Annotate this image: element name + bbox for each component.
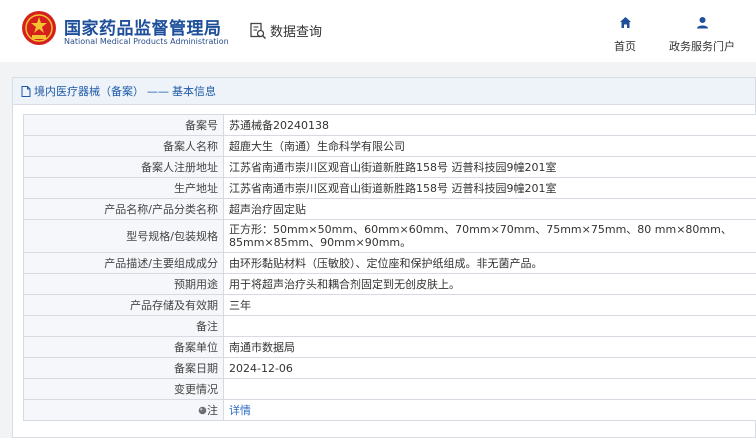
field-value: 超鹿大生（南通）生命科学有限公司 <box>223 135 756 157</box>
nav-gov-service-portal[interactable]: 政务服务门户 <box>664 14 740 54</box>
site-header: 国家药品监督管理局 National Medical Products Admi… <box>0 0 756 62</box>
table-row: 备案单位 南通市数据局 <box>23 336 756 358</box>
table-row: 备案日期 2024-12-06 <box>23 357 756 379</box>
national-emblem-icon <box>22 11 56 45</box>
data-query-label: 数据查询 <box>270 25 323 40</box>
note-label: 注 <box>207 403 218 417</box>
field-value: 正方形：50mm×50mm、60mm×60mm、70mm×70mm、75mm×7… <box>223 219 756 253</box>
table-row: 备案人名称 超鹿大生（南通）生命科学有限公司 <box>23 135 756 157</box>
table-row: 备案人注册地址 江苏省南通市崇川区观音山街道新胜路158号 迈普科技园9幢201室 <box>23 156 756 178</box>
nav-gov-label: 政务服务门户 <box>669 40 735 53</box>
note-label-cell: 注 <box>23 399 224 421</box>
table-row: 预期用途 用于将超声治疗头和耦合剂固定到无创皮肤上。 <box>23 273 756 295</box>
home-icon <box>619 17 631 28</box>
field-label: 备案单位 <box>23 336 224 358</box>
field-label: 备案人名称 <box>23 135 224 157</box>
field-value: 三年 <box>223 294 756 316</box>
table-row: 生产地址 江苏省南通市崇川区观音山街道新胜路158号 迈普科技园9幢201室 <box>23 177 756 199</box>
field-label: 产品名称/产品分类名称 <box>23 198 224 220</box>
field-value: 2024-12-06 <box>223 357 756 379</box>
breadcrumb-section[interactable]: 境内医疗器械（备案） <box>34 83 144 99</box>
data-query-link[interactable]: 数据查询 <box>249 21 322 40</box>
table-row: 型号规格/包装规格 正方形：50mm×50mm、60mm×60mm、70mm×70… <box>23 219 756 253</box>
nav-home-label: 首页 <box>614 40 636 53</box>
nav-home[interactable]: 首页 <box>610 14 640 54</box>
detail-panel: 境内医疗器械（备案） —— 基本信息 备案号 苏通械备20240138 备案人名称… <box>12 77 756 438</box>
table-row: 变更情况 <box>23 378 756 400</box>
field-value: 南通市数据局 <box>223 336 756 358</box>
table-row: 产品存储及有效期 三年 <box>23 294 756 316</box>
field-value: 江苏省南通市崇川区观音山街道新胜路158号 迈普科技园9幢201室 <box>223 156 756 178</box>
field-label: 备案日期 <box>23 357 224 379</box>
table-row: 产品描述/主要组成成分 由环形黏贴材料（压敏胶）、定位座和保护纸组成。非无菌产品。 <box>23 252 756 274</box>
field-label: 备案人注册地址 <box>23 156 224 178</box>
note-dot-icon <box>198 406 207 414</box>
field-value: 江苏省南通市崇川区观音山街道新胜路158号 迈普科技园9幢201室 <box>223 177 756 199</box>
field-value: 由环形黏贴材料（压敏胶）、定位座和保护纸组成。非无菌产品。 <box>223 252 756 274</box>
details-link[interactable]: 详情 <box>229 404 251 417</box>
agency-name-en: National Medical Products Administration <box>64 37 229 46</box>
field-value: 超声治疗固定贴 <box>223 198 756 220</box>
field-label: 型号规格/包装规格 <box>23 219 224 253</box>
field-value <box>223 315 756 337</box>
agency-name-cn: 国家药品监督管理局 <box>64 19 222 39</box>
table-row: 备注 <box>23 315 756 337</box>
document-icon <box>21 85 31 97</box>
table-row: 备案号 苏通械备20240138 <box>23 114 756 136</box>
table-row: 注 详情 <box>23 399 756 421</box>
field-label: 产品存储及有效期 <box>23 294 224 316</box>
search-document-icon <box>250 22 267 39</box>
field-label: 生产地址 <box>23 177 224 199</box>
note-value-cell: 详情 <box>223 399 756 421</box>
breadcrumb-separator: —— <box>147 84 169 98</box>
breadcrumb: 境内医疗器械（备案） —— 基本信息 <box>13 78 755 105</box>
field-label: 变更情况 <box>23 378 224 400</box>
field-value <box>223 378 756 400</box>
detail-table: 备案号 苏通械备20240138 备案人名称 超鹿大生（南通）生命科学有限公司 备案… <box>23 114 756 421</box>
breadcrumb-current: 基本信息 <box>172 85 216 98</box>
user-icon <box>696 17 708 29</box>
field-label: 备案号 <box>23 114 224 136</box>
field-label: 备注 <box>23 315 224 337</box>
field-value: 用于将超声治疗头和耦合剂固定到无创皮肤上。 <box>223 273 756 295</box>
table-row: 产品名称/产品分类名称 超声治疗固定贴 <box>23 198 756 220</box>
field-label: 预期用途 <box>23 273 224 295</box>
field-label: 产品描述/主要组成成分 <box>23 252 224 274</box>
field-value: 苏通械备20240138 <box>223 114 756 136</box>
